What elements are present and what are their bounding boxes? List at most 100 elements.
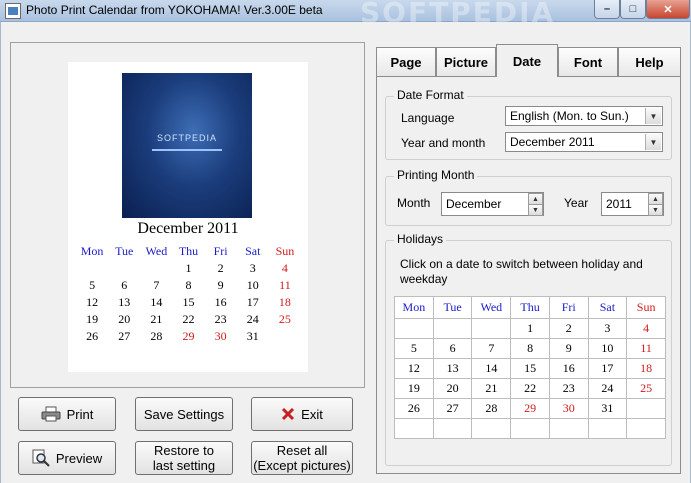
holiday-day-cell[interactable]: 10 <box>587 338 628 359</box>
year-month-select-value: December 2011 <box>510 135 595 149</box>
preview-day-cell: 17 <box>246 295 259 309</box>
holiday-day-cell[interactable]: 29 <box>510 398 550 419</box>
holiday-day-cell[interactable]: 2 <box>548 318 589 339</box>
preview-day-cell: 25 <box>278 312 291 326</box>
holiday-week-row: 19 20 21 22 23 24 25 <box>394 378 666 399</box>
minimize-button[interactable]: – <box>594 0 620 19</box>
holiday-day-cell[interactable]: 16 <box>548 358 589 379</box>
preview-button[interactable]: Preview <box>18 441 116 475</box>
holiday-day-cell[interactable]: 15 <box>510 358 550 379</box>
chevron-down-icon[interactable]: ▼ <box>645 108 661 124</box>
holiday-day-cell[interactable]: 28 <box>471 398 512 419</box>
preview-day-cell: 20 <box>118 312 131 326</box>
holiday-weekday-header: Sat <box>587 296 628 319</box>
tab-font[interactable]: Font <box>558 47 618 76</box>
holiday-day-cell[interactable] <box>432 318 473 339</box>
holiday-day-cell[interactable]: 11 <box>626 338 666 359</box>
holiday-day-cell[interactable]: 30 <box>548 398 589 419</box>
preview-week-row: 5 6 7 8 9 10 11 <box>76 277 301 294</box>
holiday-day-cell[interactable]: 6 <box>432 338 473 359</box>
holiday-weekday-header: Fri <box>548 296 589 319</box>
holiday-calendar-grid[interactable]: Mon Tue Wed Thu Fri Sat Sun 1 2 3 4 5 6 7 8 9 10 11 12 13 14… <box>394 296 666 439</box>
exit-button[interactable]: Exit <box>251 397 353 431</box>
spin-down-icon[interactable]: ▼ <box>528 204 543 216</box>
x-icon <box>282 407 295 421</box>
holiday-weekday-header: Thu <box>510 296 550 319</box>
preview-week-row: 19 20 21 22 23 24 25 <box>76 311 301 328</box>
holiday-hint-text: Click on a date to switch between holida… <box>400 257 643 286</box>
preview-day-cell: 3 <box>249 261 256 275</box>
holiday-day-cell[interactable]: 21 <box>471 378 512 399</box>
holiday-day-cell[interactable] <box>471 418 512 439</box>
reset-all-button[interactable]: Reset all (Except pictures) <box>251 441 353 475</box>
title-bar[interactable]: Photo Print Calendar from YOKOHAMA! Ver.… <box>0 0 691 29</box>
holiday-day-cell[interactable] <box>510 418 550 439</box>
maximize-button[interactable]: □ <box>620 0 646 19</box>
holiday-day-cell[interactable] <box>394 318 434 339</box>
month-spinner[interactable]: December ▲ ▼ <box>441 192 544 216</box>
holiday-day-cell[interactable]: 18 <box>626 358 666 379</box>
printer-icon <box>41 406 61 422</box>
preview-day-cell: 24 <box>246 312 259 326</box>
preview-day-cell: 12 <box>86 295 99 309</box>
preview-week-row: 1 2 3 4 <box>76 260 301 277</box>
holiday-day-cell[interactable]: 22 <box>510 378 550 399</box>
holiday-day-cell[interactable]: 1 <box>510 318 550 339</box>
holiday-day-cell[interactable]: 13 <box>432 358 473 379</box>
holiday-day-cell[interactable]: 26 <box>394 398 434 419</box>
holiday-day-cell[interactable] <box>471 318 512 339</box>
holiday-day-cell[interactable] <box>394 418 434 439</box>
holiday-day-cell[interactable]: 19 <box>394 378 434 399</box>
calendar-app-icon[interactable] <box>5 3 21 19</box>
holiday-day-cell[interactable]: 9 <box>548 338 589 359</box>
preview-day-cell: 11 <box>279 278 291 292</box>
holiday-day-cell[interactable]: 12 <box>394 358 434 379</box>
month-spinner-value: December <box>446 197 502 211</box>
holiday-day-cell[interactable] <box>626 418 666 439</box>
holiday-day-cell[interactable]: 31 <box>587 398 628 419</box>
year-month-select[interactable]: December 2011 ▼ <box>505 132 663 152</box>
holiday-day-cell[interactable]: 14 <box>471 358 512 379</box>
year-spinner[interactable]: 2011 ▲ ▼ <box>601 192 664 216</box>
holiday-day-cell[interactable]: 17 <box>587 358 628 379</box>
save-settings-button[interactable]: Save Settings <box>135 397 233 431</box>
holiday-day-cell[interactable] <box>626 398 666 419</box>
holiday-day-cell[interactable]: 7 <box>471 338 512 359</box>
holiday-day-cell[interactable]: 8 <box>510 338 550 359</box>
tab-date[interactable]: Date <box>496 44 558 77</box>
preview-day-cell: 21 <box>150 312 163 326</box>
tab-picture[interactable]: Picture <box>436 47 496 76</box>
holiday-day-cell[interactable]: 23 <box>548 378 589 399</box>
holiday-day-cell[interactable]: 20 <box>432 378 473 399</box>
preview-day-cell: 30 <box>214 329 227 343</box>
preview-button-label: Preview <box>55 450 103 466</box>
holiday-day-cell[interactable] <box>587 418 628 439</box>
restore-label-line2: last setting <box>152 458 216 473</box>
preview-day-cell <box>140 260 172 277</box>
print-button[interactable]: Print <box>18 397 116 431</box>
preview-calendar-grid: Mon Tue Wed Thu Fri Sat Sun 1 2 3 4 5 6 7 8 9 10 11 12 13 14… <box>76 243 301 345</box>
language-select[interactable]: English (Mon. to Sun.) ▼ <box>505 106 663 126</box>
year-month-label: Year and month <box>401 136 486 150</box>
holiday-day-cell[interactable]: 5 <box>394 338 434 359</box>
preview-day-cell: 22 <box>182 312 195 326</box>
preview-day-cell: 16 <box>214 295 227 309</box>
chevron-down-icon[interactable]: ▼ <box>645 134 661 150</box>
holiday-day-cell[interactable] <box>432 418 473 439</box>
tab-help[interactable]: Help <box>618 47 681 76</box>
printing-month-group-title: Printing Month <box>394 168 478 182</box>
spin-down-icon[interactable]: ▼ <box>648 204 663 216</box>
holiday-day-cell[interactable] <box>548 418 589 439</box>
preview-day-cell: 26 <box>86 329 99 343</box>
tab-page[interactable]: Page <box>376 47 436 76</box>
preview-day-cell: 23 <box>214 312 227 326</box>
holiday-day-cell[interactable]: 27 <box>432 398 473 419</box>
restore-last-setting-button[interactable]: Restore to last setting <box>135 441 233 475</box>
holiday-day-cell[interactable]: 24 <box>587 378 628 399</box>
holiday-day-cell[interactable]: 4 <box>626 318 666 339</box>
holiday-day-cell[interactable]: 3 <box>587 318 628 339</box>
preview-day-cell: 2 <box>217 261 224 275</box>
preview-day-cell: 31 <box>246 329 259 343</box>
close-button[interactable]: ✕ <box>646 0 690 19</box>
holiday-day-cell[interactable]: 25 <box>626 378 666 399</box>
